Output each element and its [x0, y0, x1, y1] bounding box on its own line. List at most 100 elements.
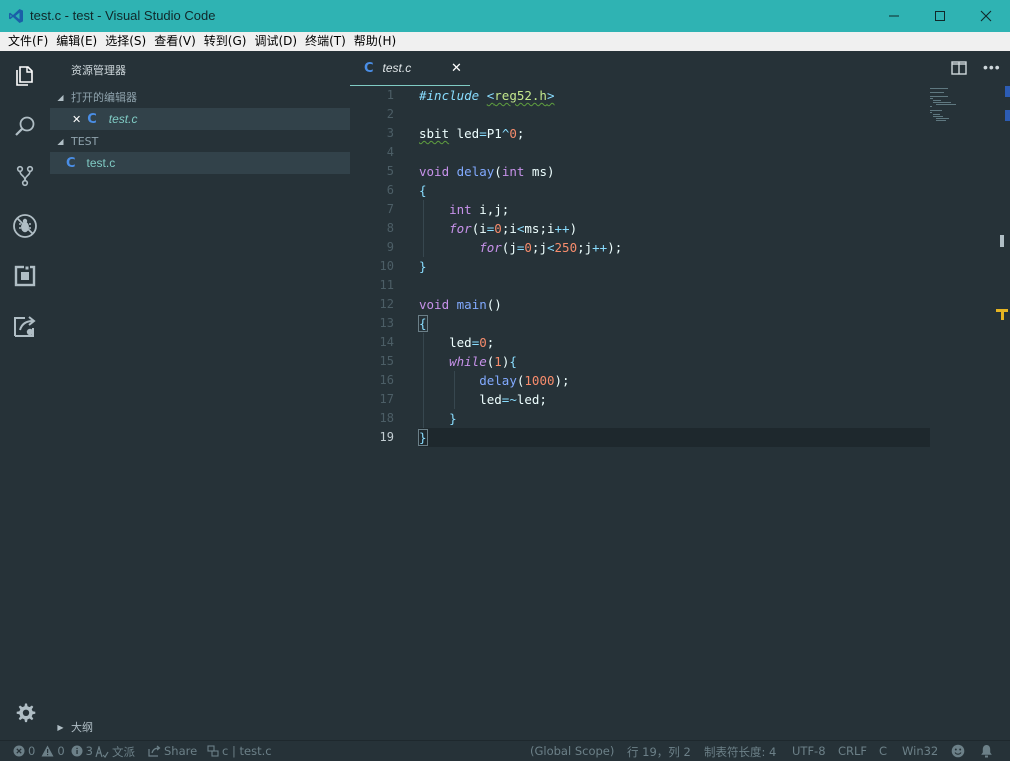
debug-icon	[13, 214, 37, 238]
close-button[interactable]	[963, 0, 1009, 32]
code-line: }	[449, 411, 457, 426]
tab-test-c[interactable]: C test.c ✕	[350, 51, 470, 86]
source-control-icon	[16, 165, 34, 187]
debug-button[interactable]	[0, 201, 50, 251]
database-icon	[207, 745, 219, 757]
maximize-button[interactable]	[917, 0, 963, 32]
tab-size-indicator[interactable]: 制表符长度: 4	[704, 744, 776, 760]
minimap-line	[933, 102, 951, 103]
minimap-line	[930, 110, 942, 111]
line-number: 15	[379, 354, 394, 368]
source-control-button[interactable]	[0, 151, 50, 201]
menu-help[interactable]: 帮助(H)	[350, 32, 400, 51]
code-editor[interactable]: 1 2 3 4 5 6 7 8 9 10 11 12 13 14 15 16 1…	[350, 86, 1010, 740]
open-editor-item[interactable]: ✕ C test.c	[50, 108, 350, 130]
window-title: test.c - test - Visual Studio Code	[30, 8, 216, 23]
menu-selection[interactable]: 选择(S)	[101, 32, 150, 51]
tab-label: test.c	[382, 61, 412, 75]
remote-icon	[14, 316, 36, 337]
notifications-button[interactable]	[980, 744, 993, 758]
menu-file[interactable]: 文件(F)	[4, 32, 52, 51]
more-actions-icon[interactable]: •••	[983, 59, 1001, 75]
line-number: 12	[379, 297, 394, 311]
menu-edit[interactable]: 编辑(E)	[52, 32, 101, 51]
explorer-button[interactable]	[0, 51, 50, 101]
remote-button[interactable]	[0, 301, 50, 351]
language-mode[interactable]: C	[879, 744, 887, 758]
menu-debug[interactable]: 调试(D)	[250, 32, 301, 51]
menu-view[interactable]: 查看(V)	[150, 32, 200, 51]
close-editor-icon[interactable]: ✕	[72, 113, 81, 126]
activity-bar	[0, 51, 50, 740]
menu-terminal[interactable]: 终端(T)	[301, 32, 350, 51]
collapsed-triangle-icon: ▶	[57, 722, 64, 732]
line-number: 6	[386, 183, 394, 197]
search-button[interactable]	[0, 101, 50, 151]
tab-close-icon[interactable]: ✕	[451, 60, 462, 76]
line-number: 10	[379, 259, 394, 273]
minimap-line	[930, 88, 948, 89]
problems-indicator[interactable]: 0 0 3	[13, 744, 93, 758]
file-item[interactable]: C test.c	[50, 152, 350, 174]
files-icon	[16, 66, 33, 86]
code-line: void delay(int ms)	[419, 164, 555, 179]
open-editors-header[interactable]: ◢ 打开的编辑器	[50, 86, 350, 108]
menu-go[interactable]: 转到(G)	[200, 32, 251, 51]
current-line-highlight	[419, 428, 930, 447]
minimap-line	[930, 92, 944, 93]
minimize-button[interactable]	[871, 0, 917, 32]
minimap-line	[930, 96, 948, 97]
scrollbar-marker	[1005, 110, 1010, 121]
encoding-indicator[interactable]: UTF-8	[792, 744, 826, 758]
editor-tabs: C test.c ✕ •••	[350, 51, 1010, 86]
minimap-line	[933, 114, 940, 115]
minimap-line	[936, 120, 946, 121]
minimap-line	[936, 118, 949, 119]
code-line: #include <reg52.h>	[419, 88, 555, 103]
minimap-line	[930, 106, 932, 107]
split-editor-icon	[951, 61, 967, 75]
minimap[interactable]	[930, 86, 1004, 146]
open-editor-label: test.c	[108, 112, 138, 126]
extensions-button[interactable]	[0, 251, 50, 301]
split-editor-button[interactable]	[951, 61, 967, 80]
error-count: 0	[28, 744, 36, 758]
overview-ruler-warning	[1001, 309, 1004, 320]
c-file-icon: C	[87, 111, 97, 127]
vscode-logo-icon	[9, 9, 23, 23]
cursor-position[interactable]: 行 19，列 2	[627, 744, 691, 760]
platform-label: Win32	[902, 744, 939, 758]
outline-label: 大纲	[71, 721, 93, 734]
warning-count: 0	[57, 744, 65, 758]
live-share-button[interactable]: Share	[148, 744, 197, 758]
bell-icon	[981, 745, 992, 758]
eol-indicator[interactable]: CRLF	[838, 744, 867, 758]
code-line: for(j=0;j<250;j++);	[479, 240, 623, 255]
code-line: {	[418, 315, 428, 332]
line-number: 7	[386, 202, 394, 216]
encoding-label: UTF-8	[792, 744, 826, 758]
minimap-line	[936, 104, 956, 105]
platform-indicator[interactable]: Win32	[902, 744, 938, 758]
scope-indicator[interactable]: (Global Scope)	[530, 744, 614, 758]
extensions-icon	[14, 265, 36, 287]
share-icon	[148, 745, 161, 757]
feedback-button[interactable]	[951, 744, 965, 758]
outline-header[interactable]: ▶ 大纲	[50, 716, 350, 738]
lint-icon	[95, 746, 109, 758]
scrollbar-marker	[1005, 86, 1010, 97]
minimap-line	[933, 100, 941, 101]
error-icon	[13, 745, 25, 757]
lint-status[interactable]: 文派	[95, 744, 135, 760]
context-indicator[interactable]: c | test.c	[207, 744, 272, 758]
language-label: C	[879, 744, 888, 758]
explorer-sidebar: 资源管理器 ◢ 打开的编辑器 ✕ C test.c ◢ TEST C test.…	[50, 51, 350, 740]
folder-header[interactable]: ◢ TEST	[50, 130, 350, 152]
maximize-icon	[935, 11, 945, 21]
line-number: 5	[386, 164, 394, 178]
scrollbar-thumb[interactable]	[1000, 235, 1004, 247]
line-number: 17	[379, 392, 394, 406]
settings-button[interactable]	[0, 688, 50, 738]
info-icon	[71, 745, 83, 757]
smiley-icon	[951, 744, 965, 758]
